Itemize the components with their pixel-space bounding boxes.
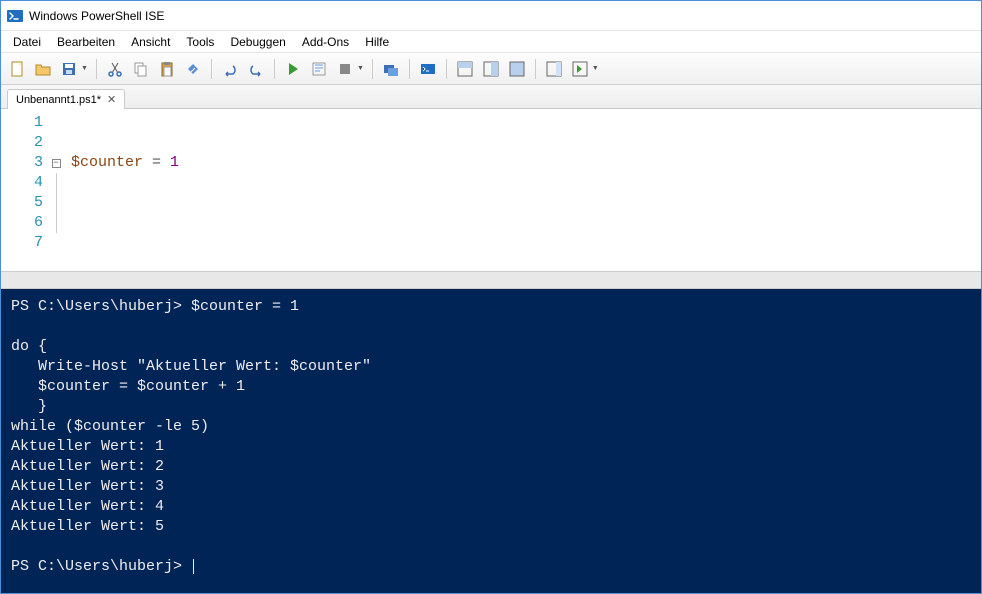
- run-button[interactable]: [281, 57, 305, 81]
- remote-button[interactable]: [379, 57, 403, 81]
- redo-button[interactable]: [244, 57, 268, 81]
- show-command-button[interactable]: [568, 57, 592, 81]
- separator: [211, 59, 212, 79]
- console-cursor: [193, 559, 194, 574]
- fold-toggle[interactable]: −: [52, 159, 61, 168]
- layout-script-right-button[interactable]: [479, 57, 503, 81]
- layout-script-max-button[interactable]: [505, 57, 529, 81]
- run-selection-button[interactable]: [307, 57, 331, 81]
- powershell-tab-button[interactable]: [416, 57, 440, 81]
- script-tab[interactable]: Unbenannt1.ps1* ✕: [7, 89, 125, 109]
- tab-label: Unbenannt1.ps1*: [16, 94, 101, 106]
- open-button[interactable]: [31, 57, 55, 81]
- title-bar: Windows PowerShell ISE: [1, 1, 981, 31]
- pane-splitter[interactable]: [1, 271, 981, 289]
- cut-button[interactable]: [103, 57, 127, 81]
- menu-bar: Datei Bearbeiten Ansicht Tools Debuggen …: [1, 31, 981, 53]
- window-title: Windows PowerShell ISE: [29, 9, 164, 23]
- tab-close-button[interactable]: ✕: [107, 93, 116, 106]
- toolbar: ▼ ▼ ▼: [1, 53, 981, 85]
- menu-datei[interactable]: Datei: [5, 33, 49, 51]
- undo-button[interactable]: [218, 57, 242, 81]
- clear-button[interactable]: [181, 57, 205, 81]
- menu-hilfe[interactable]: Hilfe: [357, 33, 397, 51]
- separator: [96, 59, 97, 79]
- console-output: PS C:\Users\huberj> $counter = 1 do { Wr…: [11, 298, 371, 575]
- save-button[interactable]: [57, 57, 81, 81]
- copy-button[interactable]: [129, 57, 153, 81]
- separator: [274, 59, 275, 79]
- stop-button[interactable]: [333, 57, 357, 81]
- separator: [535, 59, 536, 79]
- app-icon: [7, 8, 23, 24]
- menu-addons[interactable]: Add-Ons: [294, 33, 357, 51]
- menu-ansicht[interactable]: Ansicht: [123, 33, 178, 51]
- menu-tools[interactable]: Tools: [178, 33, 222, 51]
- stop-dropdown[interactable]: ▼: [357, 65, 364, 72]
- new-button[interactable]: [5, 57, 29, 81]
- code-area[interactable]: $counter = 1 do { Write-Host "Aktueller …: [63, 113, 440, 267]
- paste-button[interactable]: [155, 57, 179, 81]
- show-command-addon-button[interactable]: [542, 57, 566, 81]
- tab-bar: Unbenannt1.ps1* ✕: [1, 85, 981, 109]
- fold-column: −: [49, 113, 63, 267]
- layout-script-top-button[interactable]: [453, 57, 477, 81]
- separator: [446, 59, 447, 79]
- save-dropdown[interactable]: ▼: [81, 65, 88, 72]
- menu-debuggen[interactable]: Debuggen: [222, 33, 293, 51]
- separator: [409, 59, 410, 79]
- toolbar-overflow[interactable]: ▼: [592, 65, 599, 72]
- script-editor[interactable]: 1 2 3 4 5 6 7 − $counter = 1 do { Write-…: [1, 109, 981, 271]
- console-pane[interactable]: PS C:\Users\huberj> $counter = 1 do { Wr…: [1, 289, 981, 593]
- line-gutter: 1 2 3 4 5 6 7: [1, 113, 49, 267]
- menu-bearbeiten[interactable]: Bearbeiten: [49, 33, 123, 51]
- separator: [372, 59, 373, 79]
